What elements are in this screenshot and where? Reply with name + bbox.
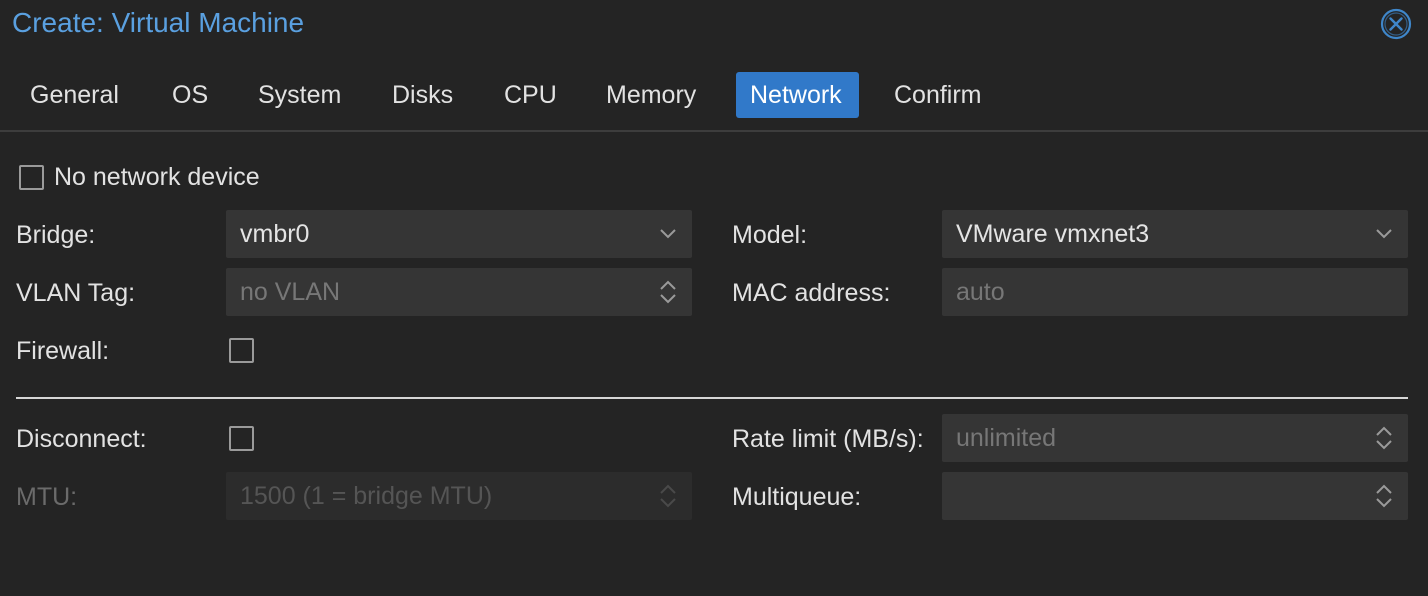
- tab-general[interactable]: General: [16, 72, 133, 118]
- vlan-input[interactable]: no VLAN: [226, 268, 692, 316]
- section-divider: [16, 397, 1408, 399]
- rate-limit-label: Rate limit (MB/s):: [732, 425, 924, 453]
- tab-confirm[interactable]: Confirm: [880, 72, 996, 118]
- chevron-down-icon[interactable]: [1372, 220, 1396, 248]
- mtu-label: MTU:: [16, 483, 78, 511]
- create-vm-dialog: Create: Virtual Machine General OS Syste…: [0, 0, 1428, 596]
- model-value: VMware vmxnet3: [956, 220, 1150, 248]
- tab-disks[interactable]: Disks: [378, 72, 467, 118]
- mac-input[interactable]: auto: [942, 268, 1408, 316]
- no-network-checkbox[interactable]: [19, 165, 44, 190]
- bridge-label: Bridge:: [16, 221, 96, 249]
- spinner-icon[interactable]: [656, 278, 680, 306]
- tab-memory[interactable]: Memory: [592, 72, 710, 118]
- chevron-down-icon[interactable]: [656, 220, 680, 248]
- wizard-tabs: General OS System Disks CPU Memory Netwo…: [0, 72, 1428, 118]
- close-icon[interactable]: [1380, 8, 1412, 40]
- rate-limit-placeholder: unlimited: [956, 424, 1057, 452]
- mtu-placeholder: 1500 (1 = bridge MTU): [240, 482, 493, 510]
- multiqueue-label: Multiqueue:: [732, 483, 862, 511]
- model-select[interactable]: VMware vmxnet3: [942, 210, 1408, 258]
- spinner-icon[interactable]: [1372, 482, 1396, 510]
- tab-os[interactable]: OS: [158, 72, 222, 118]
- bridge-select[interactable]: vmbr0: [226, 210, 692, 258]
- model-label: Model:: [732, 221, 808, 249]
- rate-limit-input[interactable]: unlimited: [942, 414, 1408, 462]
- mac-placeholder: auto: [956, 278, 1005, 306]
- firewall-label: Firewall:: [16, 337, 110, 365]
- mtu-input: 1500 (1 = bridge MTU): [226, 472, 692, 520]
- multiqueue-input[interactable]: [942, 472, 1408, 520]
- mac-label: MAC address:: [732, 279, 891, 307]
- tab-network[interactable]: Network: [736, 72, 859, 118]
- tab-cpu[interactable]: CPU: [490, 72, 571, 118]
- spinner-icon: [660, 484, 676, 508]
- no-network-label: No network device: [54, 163, 260, 191]
- vlan-placeholder: no VLAN: [240, 278, 341, 306]
- tab-system[interactable]: System: [244, 72, 355, 118]
- vlan-label: VLAN Tag:: [16, 279, 136, 307]
- spinner-icon[interactable]: [1372, 424, 1396, 452]
- disconnect-checkbox[interactable]: [229, 426, 254, 451]
- bridge-value: vmbr0: [240, 220, 310, 248]
- firewall-checkbox[interactable]: [229, 338, 254, 363]
- disconnect-label: Disconnect:: [16, 425, 147, 453]
- dialog-titlebar: Create: Virtual Machine: [0, 0, 1428, 50]
- tabs-divider: [0, 130, 1428, 132]
- dialog-title: Create: Virtual Machine: [12, 7, 305, 38]
